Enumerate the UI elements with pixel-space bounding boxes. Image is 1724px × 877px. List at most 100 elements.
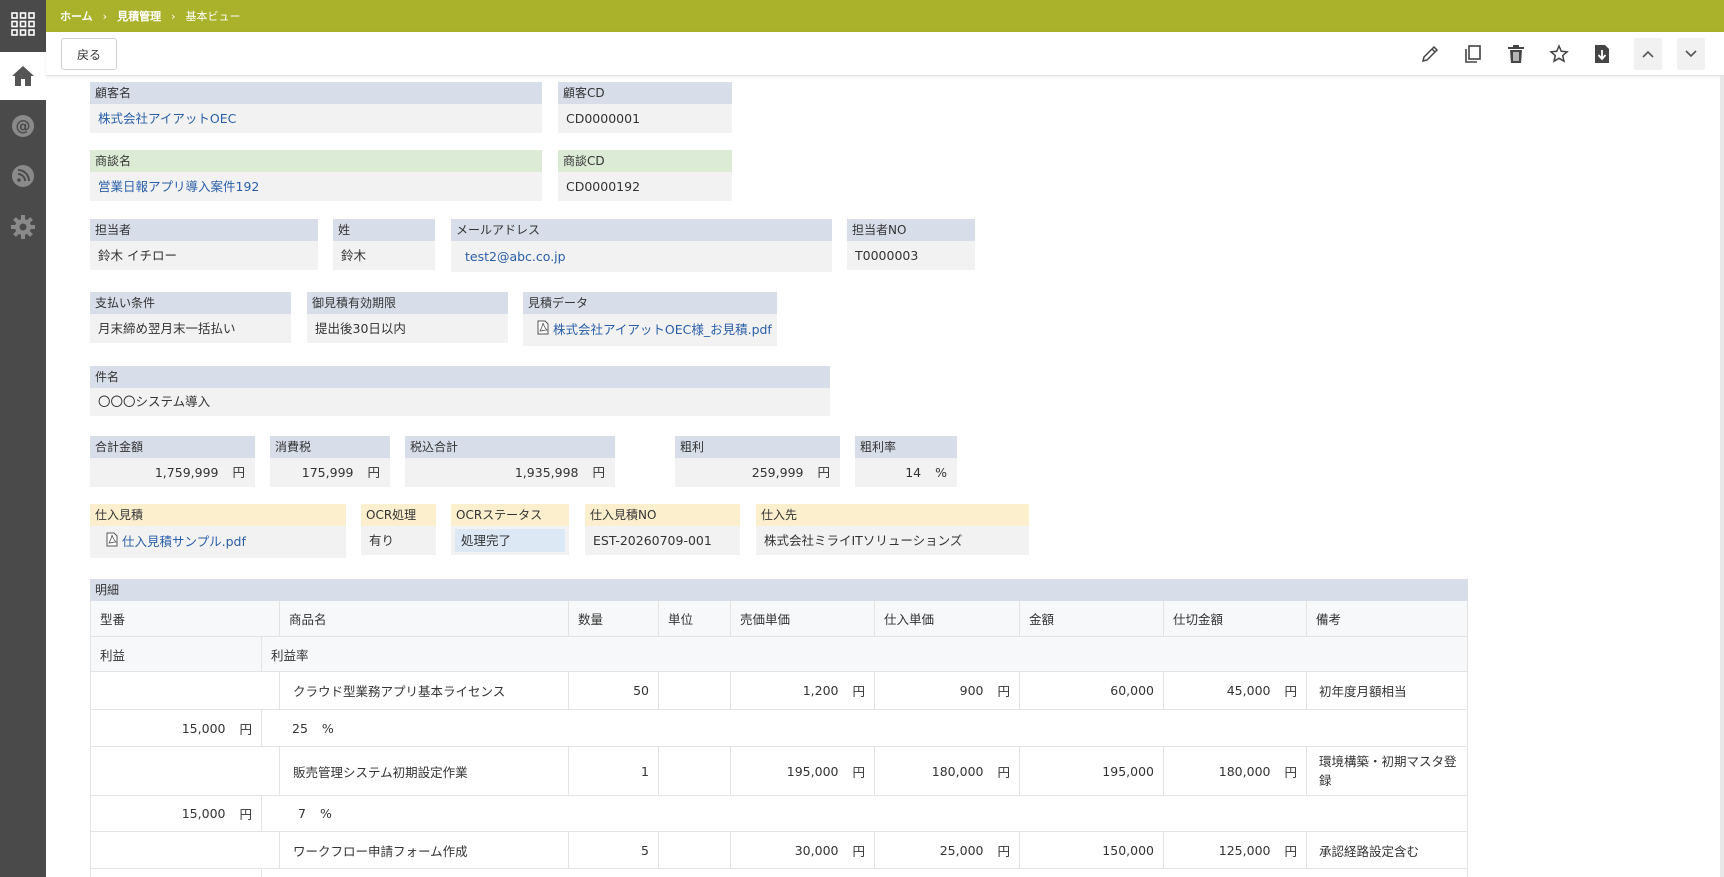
scrollbar[interactable] bbox=[1720, 76, 1724, 877]
tax-field: 消費税 175,999 円 bbox=[270, 436, 390, 487]
staff-no-field: 担当者NO T0000003 bbox=[847, 219, 975, 270]
rate-cell: 25% bbox=[262, 710, 662, 746]
field-label: 商談CD bbox=[558, 150, 732, 172]
customer-name-field: 顧客名 株式会社アイアットOEC bbox=[90, 82, 542, 133]
field-value: CD0000192 bbox=[558, 172, 732, 201]
gross-profit-field: 粗利 259,999 円 bbox=[675, 436, 840, 487]
quote-data-field: 見積データ 株式会社アイアットOEC様_お見積.pdf bbox=[523, 292, 777, 346]
left-rail: @ bbox=[0, 0, 46, 877]
breadcrumb-separator: › bbox=[102, 9, 108, 23]
star-icon[interactable] bbox=[1545, 40, 1573, 68]
field-label: 仕入先 bbox=[756, 504, 1029, 526]
field-label: 担当者NO bbox=[847, 219, 975, 241]
profit-value: 15,000 bbox=[181, 806, 226, 821]
quote-data-link[interactable]: 株式会社アイアットOEC様_お見積.pdf bbox=[523, 314, 777, 346]
note-text: 環境構築・初期マスタ登録 bbox=[1319, 754, 1457, 788]
total-amount-value: 1,759,999 bbox=[154, 465, 219, 480]
product-name-cell: ワークフロー申請フォーム作成 bbox=[280, 832, 569, 868]
field-value: 1,935,998 円 bbox=[405, 458, 615, 487]
purchase-quote-text: 仕入見積サンプル.pdf bbox=[122, 534, 246, 549]
cost-amount-cell: 180,000 円 bbox=[1164, 747, 1307, 795]
deal-name-field: 商談名 営業日報アプリ導入案件192 bbox=[90, 150, 542, 201]
app-root: @ ホーム › 見積管理 › 基本ビュー 戻る 顧客名 株式会社アイアットOEC… bbox=[0, 0, 1724, 877]
column-header: 型番 bbox=[91, 601, 280, 636]
chevron-up-icon[interactable] bbox=[1634, 38, 1662, 70]
column-header: 金額 bbox=[1020, 601, 1164, 636]
field-label: 姓 bbox=[333, 219, 435, 241]
percent-unit: % bbox=[319, 806, 332, 821]
yen-unit: 円 bbox=[997, 843, 1010, 859]
table-subrow: 15,000 円 7% bbox=[90, 796, 1468, 832]
field-label: OCR処理 bbox=[361, 504, 436, 526]
deal-cd-field: 商談CD CD0000192 bbox=[558, 150, 732, 201]
detail-table: 明細 型番 商品名 数量 単位 売価単価 仕入単価 金額 仕切金額 備考 利益 … bbox=[90, 579, 1468, 877]
field-value: 259,999 円 bbox=[675, 458, 840, 487]
amount-cell: 195,000 bbox=[1020, 747, 1164, 795]
yen-unit: 円 bbox=[367, 465, 380, 480]
chevron-down-icon[interactable] bbox=[1677, 38, 1705, 70]
field-value: 処理完了 bbox=[451, 526, 569, 555]
yen-unit: 円 bbox=[852, 843, 865, 859]
customer-name-link[interactable]: 株式会社アイアットOEC bbox=[90, 104, 542, 133]
amount-cell: 60,000 bbox=[1020, 672, 1164, 709]
payment-terms-field: 支払い条件 月末締め翌月末一括払い bbox=[90, 292, 291, 343]
field-value: CD0000001 bbox=[558, 104, 732, 133]
column-header: 数量 bbox=[569, 601, 659, 636]
field-label: 担当者 bbox=[90, 219, 318, 241]
field-value: 175,999 円 bbox=[270, 458, 390, 487]
breadcrumb-module[interactable]: 見積管理 bbox=[117, 8, 161, 24]
gear-icon[interactable] bbox=[0, 205, 46, 249]
table-row: 販売管理システム初期設定作業 1 195,000 円 180,000 円 195,0… bbox=[90, 747, 1468, 796]
table-subrow bbox=[90, 869, 1468, 877]
note-cell: 環境構築・初期マスタ登録 bbox=[1307, 747, 1467, 795]
field-value: EST-20260709-001 bbox=[585, 526, 740, 555]
email-link[interactable]: test2@abc.co.jp bbox=[451, 241, 832, 272]
field-label: 合計金額 bbox=[90, 436, 255, 458]
yen-unit: 円 bbox=[852, 764, 865, 780]
supplier-field: 仕入先 株式会社ミライITソリューションズ bbox=[756, 504, 1029, 555]
app-grid-icon[interactable] bbox=[0, 0, 46, 48]
mention-icon[interactable]: @ bbox=[0, 104, 46, 148]
breadcrumb-home[interactable]: ホーム bbox=[60, 8, 93, 24]
column-header: 備考 bbox=[1316, 612, 1342, 627]
yen-unit: 円 bbox=[239, 721, 252, 737]
field-value: 14% bbox=[855, 458, 957, 487]
edit-icon[interactable] bbox=[1416, 40, 1444, 68]
download-icon[interactable] bbox=[1588, 40, 1616, 68]
price-value: 1,200 bbox=[802, 683, 839, 698]
ocr-field: OCR処理 有り bbox=[361, 504, 436, 555]
column-header: 単位 bbox=[659, 601, 731, 636]
field-value: 鈴木 bbox=[333, 241, 435, 270]
unit-cell bbox=[659, 832, 731, 868]
purchase-quote-link[interactable]: 仕入見積サンプル.pdf bbox=[90, 526, 346, 558]
yen-unit: 円 bbox=[997, 764, 1010, 780]
copy-icon[interactable] bbox=[1459, 40, 1487, 68]
note-cell: 初年度月額相当 bbox=[1319, 684, 1407, 699]
header-bar: ホーム › 見積管理 › 基本ビュー bbox=[46, 0, 1724, 32]
record-content: 顧客名 株式会社アイアットOEC 顧客CD CD0000001 商談名 営業日報… bbox=[46, 76, 1720, 877]
model-cell bbox=[91, 747, 280, 795]
note-cell: 承認経路設定含む bbox=[1319, 843, 1420, 859]
deal-name-link[interactable]: 営業日報アプリ導入案件192 bbox=[90, 172, 542, 201]
tax-included-total-value: 1,935,998 bbox=[514, 465, 579, 480]
field-label: OCRステータス bbox=[451, 504, 569, 526]
rss-icon[interactable] bbox=[0, 154, 46, 198]
table-row: クラウド型業務アプリ基本ライセンス 50 1,200 円 900 円 60,000 … bbox=[90, 672, 1468, 710]
cost-value: 25,000 bbox=[939, 842, 984, 858]
subject-field: 件名 〇〇〇システム導入 bbox=[90, 366, 830, 416]
column-header: 仕切金額 bbox=[1164, 601, 1307, 636]
back-button[interactable]: 戻る bbox=[61, 38, 117, 70]
breadcrumb-current: 基本ビュー bbox=[185, 10, 241, 23]
amount-cell: 150,000 bbox=[1020, 832, 1164, 868]
field-label: 消費税 bbox=[270, 436, 390, 458]
column-header: 利益 bbox=[91, 637, 262, 671]
model-cell bbox=[91, 832, 280, 868]
product-name-cell: 販売管理システム初期設定作業 bbox=[280, 747, 569, 795]
trash-icon[interactable] bbox=[1502, 40, 1530, 68]
home-icon[interactable] bbox=[0, 52, 46, 100]
percent-unit: % bbox=[321, 720, 334, 736]
field-label: 顧客CD bbox=[558, 82, 732, 104]
svg-text:@: @ bbox=[16, 117, 31, 135]
field-label: 税込合計 bbox=[405, 436, 615, 458]
pdf-icon bbox=[106, 527, 118, 559]
